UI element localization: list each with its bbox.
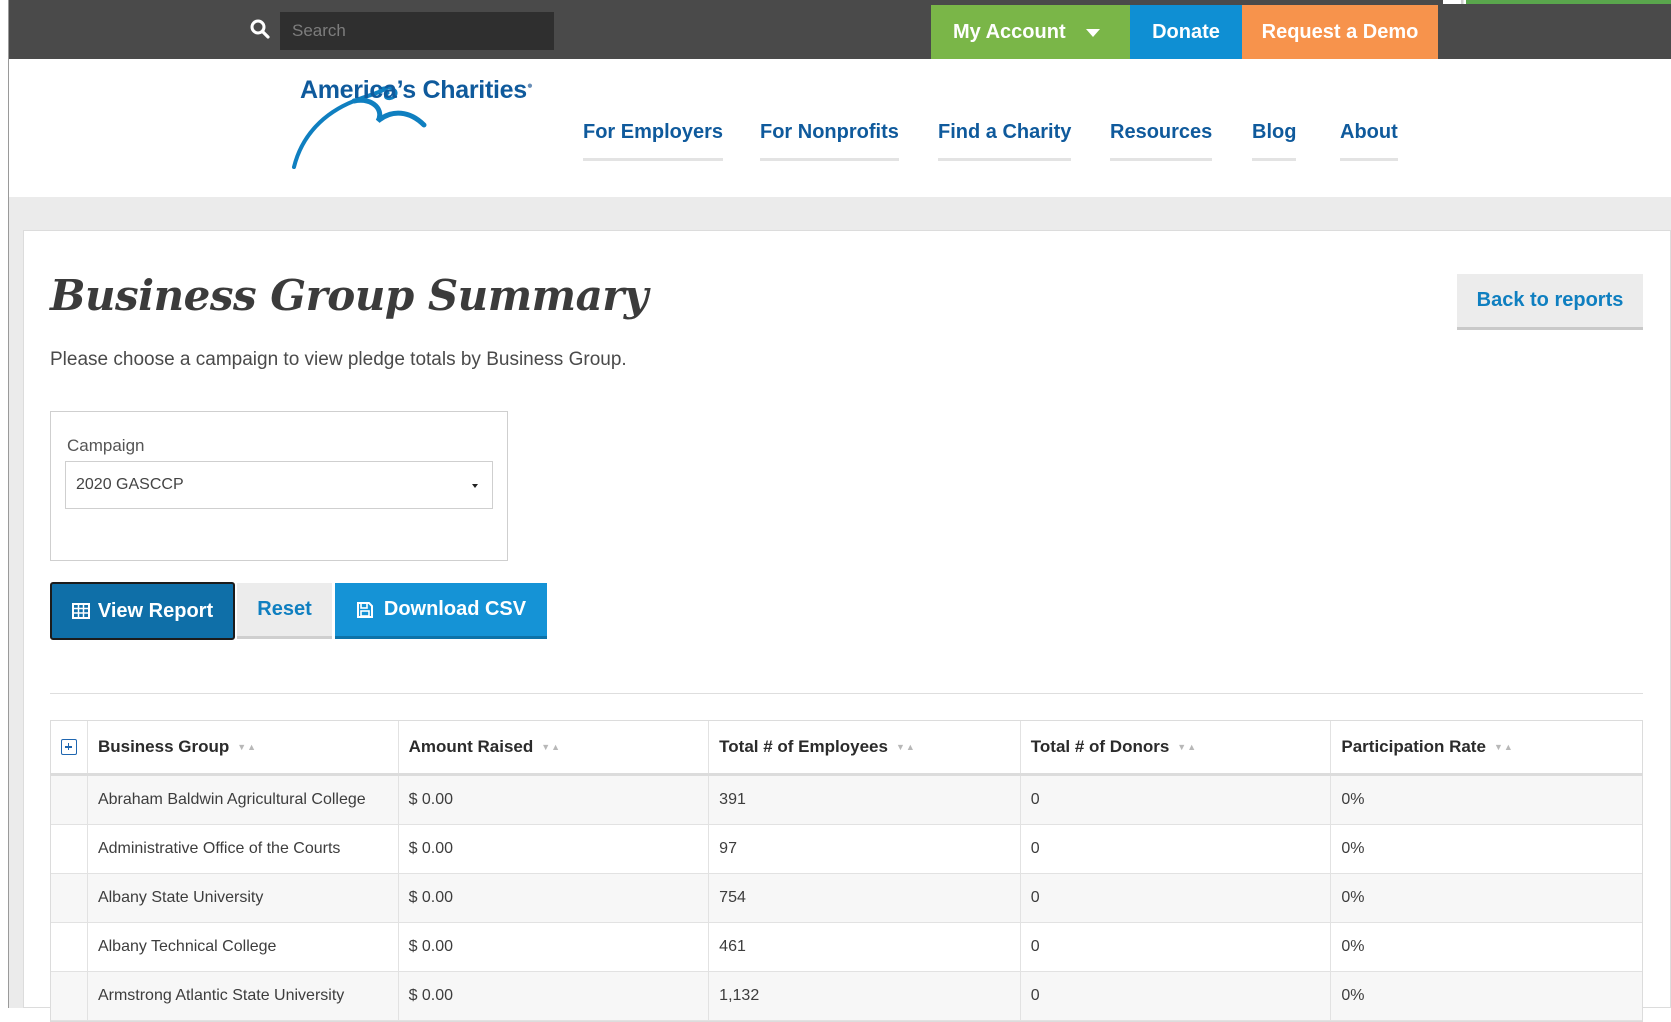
expand-plus-icon[interactable] <box>60 739 77 755</box>
view-report-button[interactable]: View Report <box>50 582 235 640</box>
my-account-label: My Account <box>953 20 1066 43</box>
cell-participation-rate: 0% <box>1341 791 1365 808</box>
row-spacer <box>51 972 88 1020</box>
sort-icon[interactable]: ▼▲ <box>1494 742 1514 752</box>
cell-business-group: Armstrong Atlantic State University <box>88 972 399 1020</box>
nav-resources[interactable]: Resources <box>1110 121 1213 161</box>
cell-total-employees: 461 <box>709 923 1021 971</box>
my-account-button[interactable]: My Account <box>931 5 1130 59</box>
cell-total-donors: 0 <box>1021 874 1332 922</box>
campaign-selected-value: 2020 GASCCP <box>76 476 184 493</box>
window-frame-left <box>0 0 9 1008</box>
column-label: Total # of Employees <box>719 737 888 756</box>
cell-participation-rate: 0% <box>1341 889 1365 906</box>
business-group-table: Business Group ▼▲ Amount Raised ▼▲ Total #… <box>50 720 1643 1022</box>
table-row[interactable]: Albany Technical College $ 0.00 461 0 0% <box>51 923 1642 972</box>
campaign-label: Campaign <box>67 436 145 455</box>
cell-amount-raised: $ 0.00 <box>399 972 710 1020</box>
cell-total-employees: 754 <box>709 874 1021 922</box>
column-header-total-donors[interactable]: Total # of Donors ▼▲ <box>1021 721 1332 773</box>
cell-participation-rate: 0% <box>1341 987 1365 1004</box>
nav-for-employers[interactable]: For Employers <box>583 121 724 161</box>
download-csv-label: Download CSV <box>383 598 527 620</box>
column-label: Total # of Donors <box>1030 737 1170 756</box>
back-to-reports-button[interactable]: Back to reports <box>1457 274 1643 330</box>
cell-business-group: Administrative Office of the Courts <box>88 825 399 873</box>
dropdown-arrow-icon <box>472 484 478 488</box>
row-spacer <box>51 776 88 824</box>
cell-total-donors: 0 <box>1021 923 1332 971</box>
search-placeholder: Search <box>292 21 346 40</box>
section-divider <box>50 693 1643 694</box>
sort-icon[interactable]: ▼▲ <box>1177 742 1197 752</box>
cell-participation-rate: 0% <box>1341 840 1365 857</box>
floppy-disk-icon <box>356 601 373 618</box>
page-title: Business Group Summary <box>50 271 648 320</box>
nav-for-nonprofits[interactable]: For Nonprofits <box>760 121 899 161</box>
reset-button[interactable]: Reset <box>237 583 332 639</box>
search-input[interactable]: Search <box>280 12 554 50</box>
campaign-select[interactable]: 2020 GASCCP <box>65 461 493 509</box>
column-label: Participation Rate <box>1341 737 1486 756</box>
download-csv-button[interactable]: Download CSV <box>335 583 547 639</box>
cell-business-group: Albany State University <box>88 874 399 922</box>
column-header-amount-raised[interactable]: Amount Raised ▼▲ <box>399 721 710 773</box>
table-row[interactable]: Armstrong Atlantic State University $ 0.… <box>51 972 1642 1021</box>
cell-total-employees: 391 <box>709 776 1021 824</box>
sort-icon[interactable]: ▼▲ <box>896 742 916 752</box>
cell-total-donors: 0 <box>1021 776 1332 824</box>
column-label: Amount Raised <box>408 737 534 756</box>
table-row[interactable]: Administrative Office of the Courts $ 0.… <box>51 825 1642 874</box>
nav-blog[interactable]: Blog <box>1252 121 1297 161</box>
column-header-business-group[interactable]: Business Group ▼▲ <box>88 721 399 773</box>
top-edge-accent <box>1443 0 1671 4</box>
row-spacer <box>51 825 88 873</box>
chevron-down-icon <box>1086 29 1100 37</box>
row-spacer <box>51 923 88 971</box>
cell-business-group: Albany Technical College <box>88 923 399 971</box>
sort-icon[interactable]: ▼▲ <box>237 742 257 752</box>
table-grid-icon <box>71 603 90 619</box>
logo-wordmark[interactable]: America’s Charities● <box>300 76 533 105</box>
expand-all-cell[interactable] <box>51 721 88 773</box>
donate-button[interactable]: Donate <box>1130 5 1242 59</box>
logo-text: America’s Charities <box>300 76 527 104</box>
cell-total-employees: 97 <box>709 825 1021 873</box>
cell-total-donors: 0 <box>1021 972 1332 1020</box>
intro-text: Please choose a campaign to view pledge … <box>50 349 627 370</box>
cell-total-donors: 0 <box>1021 825 1332 873</box>
cell-amount-raised: $ 0.00 <box>399 776 710 824</box>
cell-amount-raised: $ 0.00 <box>399 923 710 971</box>
cell-amount-raised: $ 0.00 <box>399 874 710 922</box>
nav-find-a-charity[interactable]: Find a Charity <box>938 121 1072 161</box>
cell-total-employees: 1,132 <box>709 972 1021 1020</box>
table-row[interactable]: Albany State University $ 0.00 754 0 0% <box>51 874 1642 923</box>
registered-mark: ● <box>526 80 533 92</box>
request-demo-button[interactable]: Request a Demo <box>1242 5 1438 59</box>
view-report-label: View Report <box>97 599 214 622</box>
table-row[interactable]: Abraham Baldwin Agricultural College $ 0… <box>51 776 1642 825</box>
column-header-participation-rate[interactable]: Participation Rate ▼▲ <box>1331 721 1642 773</box>
column-header-total-employees[interactable]: Total # of Employees ▼▲ <box>709 721 1021 773</box>
sort-icon[interactable]: ▼▲ <box>541 742 561 752</box>
nav-about[interactable]: About <box>1340 121 1398 161</box>
column-label: Business Group <box>97 737 230 756</box>
cell-business-group: Abraham Baldwin Agricultural College <box>88 776 399 824</box>
cell-participation-rate: 0% <box>1341 938 1365 955</box>
row-spacer <box>51 874 88 922</box>
campaign-filter-box: Campaign 2020 GASCCP <box>50 411 508 561</box>
cell-amount-raised: $ 0.00 <box>399 825 710 873</box>
table-header-row: Business Group ▼▲ Amount Raised ▼▲ Total #… <box>51 721 1642 776</box>
search-icon[interactable] <box>249 18 271 40</box>
